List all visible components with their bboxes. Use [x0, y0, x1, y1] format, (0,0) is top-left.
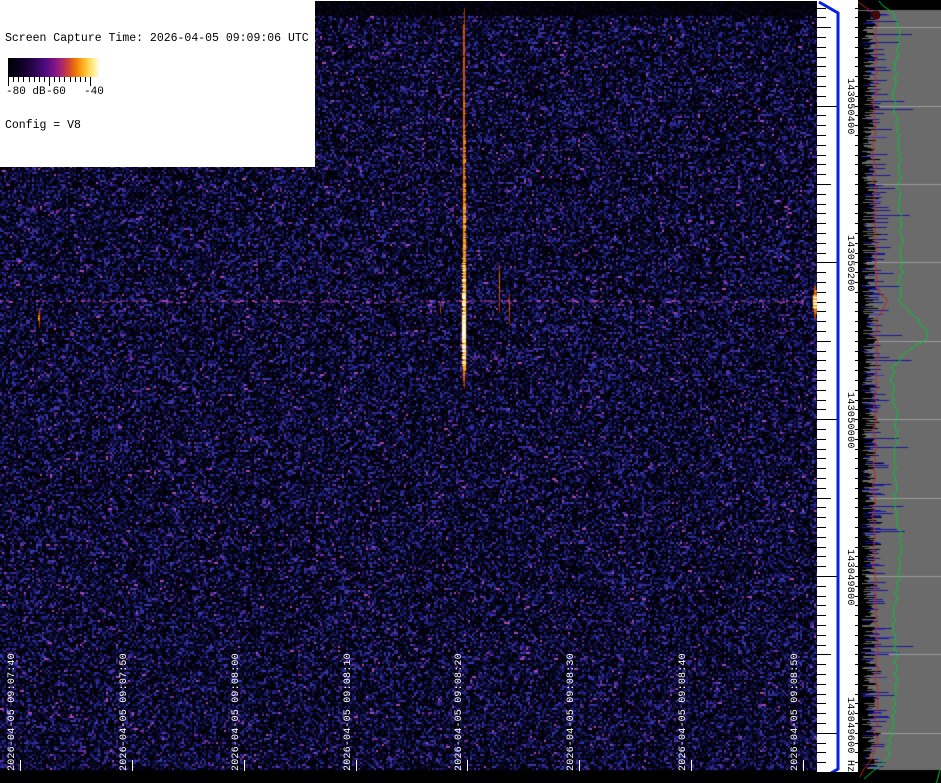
- colorbar-minor-tick: [59, 77, 61, 82]
- colorbar-minor-tick: [23, 77, 25, 82]
- colorbar-minor-tick: [64, 77, 66, 82]
- colorbar-minor-tick: [38, 77, 40, 82]
- colorbar-minor-tick: [13, 77, 15, 82]
- colorbar-minor-tick: [33, 77, 35, 82]
- colorbar-minor-tick: [18, 77, 20, 82]
- colorbar-gradient: [8, 58, 100, 77]
- colorbar-legend: -80 dB -60 -40: [4, 55, 108, 109]
- colorbar-minor-tick: [69, 77, 71, 82]
- colorbar-minor-tick: [74, 77, 76, 82]
- colorbar-major-tick: [90, 77, 91, 86]
- colorbar-label-min: -80 dB: [6, 86, 46, 98]
- colorbar-major-tick: [49, 77, 50, 86]
- screen-capture-window: 2026-04-05 09:07:40 2026-04-05 09:07:50 20…: [0, 0, 941, 783]
- colorbar-minor-tick: [79, 77, 81, 82]
- spectrum-panel-canvas: [858, 0, 941, 783]
- colorbar-label-mid: -60: [46, 86, 66, 98]
- colorbar-minor-tick: [28, 77, 30, 82]
- capture-time-text: Screen Capture Time: 2026-04-05 09:09:06…: [5, 32, 309, 45]
- colorbar-label-max: -40: [84, 86, 104, 98]
- colorbar-major-tick: [8, 77, 9, 86]
- frequency-axis-bracket: [818, 0, 840, 782]
- colorbar-minor-tick: [84, 77, 86, 82]
- colorbar-minor-tick: [43, 77, 45, 82]
- config-text: Config = V8: [5, 119, 81, 132]
- bottom-black-band: [0, 772, 858, 783]
- colorbar-minor-tick: [54, 77, 56, 82]
